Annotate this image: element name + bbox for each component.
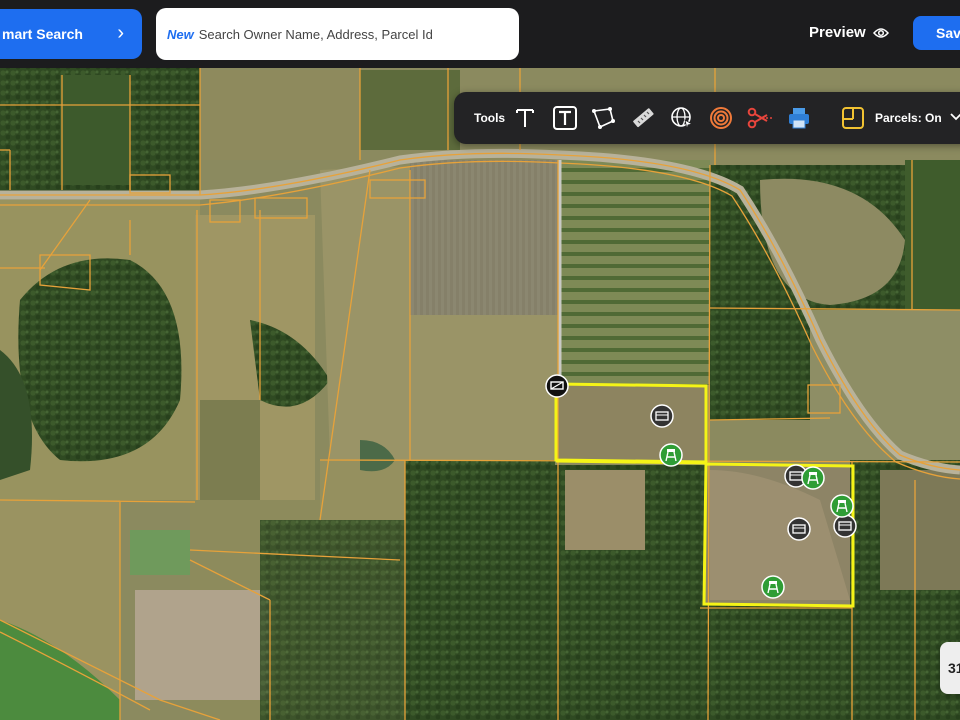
tools-toolbar: Tools Parcels: On <box>454 92 960 144</box>
scissors-icon <box>747 107 772 129</box>
preview-button[interactable]: Preview <box>809 24 889 41</box>
deer-stand-marker[interactable] <box>830 494 854 523</box>
tower-stand-icon <box>761 575 785 599</box>
polygon-tool-button[interactable] <box>588 103 618 133</box>
search-input[interactable] <box>198 26 499 42</box>
measure-tool-button[interactable] <box>628 103 658 133</box>
deer-stand-marker[interactable] <box>761 575 785 604</box>
structure-marker[interactable] <box>787 517 811 546</box>
print-tool-button[interactable] <box>784 103 814 133</box>
tower-stand-icon <box>801 466 825 490</box>
top-bar: mart Search › New Preview Sav <box>0 0 960 68</box>
polygon-icon <box>592 107 615 129</box>
gate-marker[interactable] <box>545 374 569 403</box>
zoom-level-widget[interactable]: 31 <box>940 642 960 694</box>
radius-tool-button[interactable] <box>706 103 736 133</box>
eye-icon <box>872 27 889 38</box>
tools-label: Tools <box>474 111 506 125</box>
parcels-toggle[interactable]: Parcels: On <box>875 111 942 125</box>
text-box-tool-button[interactable] <box>550 103 580 133</box>
text-tool-button[interactable] <box>510 103 540 133</box>
smart-search-button[interactable]: mart Search › <box>0 9 142 59</box>
globe-pointer-icon <box>671 107 694 130</box>
layers-tool-button[interactable] <box>838 103 868 133</box>
structure-marker[interactable] <box>650 404 674 433</box>
zoom-level-label: 31 <box>948 660 960 676</box>
ruler-icon <box>633 108 654 128</box>
satellite-map[interactable]: Tools Parcels: On 31 <box>0 68 960 720</box>
chevron-right-icon: › <box>117 22 124 44</box>
save-button[interactable]: Sav <box>913 16 960 50</box>
chevron-down-icon[interactable] <box>950 112 960 122</box>
text-icon <box>516 109 534 127</box>
tower-stand-icon <box>830 494 854 518</box>
new-badge: New <box>167 26 194 42</box>
smart-search-label: mart Search <box>2 26 83 42</box>
map-imagery <box>0 68 960 720</box>
preview-label: Preview <box>809 24 866 41</box>
concentric-circles-icon <box>710 107 732 129</box>
cabin-icon <box>650 404 674 428</box>
save-label: Sav <box>936 25 960 41</box>
layout-icon <box>842 107 864 129</box>
globe-tool-button[interactable] <box>667 103 697 133</box>
printer-icon <box>789 108 809 129</box>
gate-icon <box>545 374 569 398</box>
search-bar[interactable]: New <box>156 8 519 60</box>
deer-stand-marker[interactable] <box>801 466 825 495</box>
text-box-icon <box>553 106 577 130</box>
deer-stand-marker[interactable] <box>659 443 683 472</box>
cut-tool-button[interactable] <box>745 103 775 133</box>
cabin-icon <box>787 517 811 541</box>
tower-stand-icon <box>659 443 683 467</box>
